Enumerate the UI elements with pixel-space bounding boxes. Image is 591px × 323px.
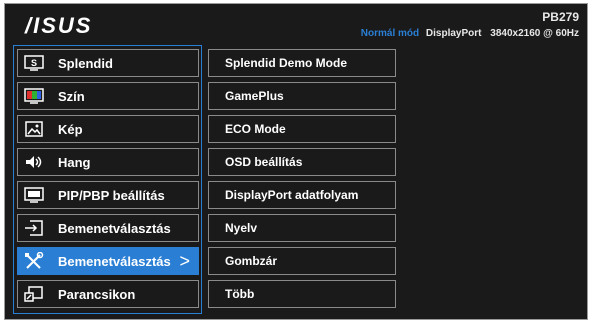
menu-item-image[interactable]: Kép	[17, 115, 199, 143]
status-line: Normál mód DisplayPort 3840x2160 @ 60Hz	[361, 28, 579, 39]
image-icon	[24, 120, 44, 138]
menu-item-label: Parancsikon	[58, 286, 136, 302]
menu-item-label: PIP/PBP beállítás	[58, 187, 165, 203]
menu-item-label: Bemenetválasztás	[58, 253, 171, 269]
model-name: PB279	[542, 10, 579, 24]
menu-item-label: Kép	[58, 121, 83, 137]
splendid-icon: S	[24, 54, 44, 72]
pip-icon	[24, 186, 44, 204]
menu-item-label: Splendid	[58, 55, 113, 71]
submenu-item-osd-setup[interactable]: OSD beállítás	[208, 148, 396, 176]
svg-text:S: S	[31, 58, 37, 68]
submenu-item-gameplus[interactable]: GamePlus	[208, 82, 396, 110]
menu-item-label: Bemenetválasztás	[58, 220, 171, 236]
menu-item-color[interactable]: Szín	[17, 82, 199, 110]
menu-item-splendid[interactable]: S Splendid	[17, 49, 199, 77]
input-icon	[24, 219, 44, 237]
menu-item-label: Hang	[58, 154, 91, 170]
sub-menu: Splendid Demo Mode GamePlus ECO Mode OSD…	[208, 45, 396, 314]
menu-item-pip-pbp[interactable]: PIP/PBP beállítás	[17, 181, 199, 209]
menu-item-system-setup[interactable]: Bemenetválasztás >	[17, 247, 199, 275]
menu-item-input-select[interactable]: Bemenetválasztás	[17, 214, 199, 242]
main-menu: S Splendid Szín Kép Hang PIP/PBP beállít…	[13, 45, 202, 314]
submenu-item-displayport-stream[interactable]: DisplayPort adatfolyam	[208, 181, 396, 209]
tools-icon	[24, 252, 44, 270]
speaker-icon	[24, 153, 44, 171]
submenu-item-eco-mode[interactable]: ECO Mode	[208, 115, 396, 143]
chevron-right-icon: >	[179, 250, 190, 271]
submenu-item-splendid-demo-mode[interactable]: Splendid Demo Mode	[208, 49, 396, 77]
menu-item-label: Szín	[58, 88, 85, 104]
menu-item-shortcut[interactable]: Parancsikon	[17, 280, 199, 308]
color-icon	[24, 87, 44, 105]
status-resolution: 3840x2160 @ 60Hz	[490, 28, 579, 39]
menu-item-sound[interactable]: Hang	[17, 148, 199, 176]
shortcut-icon	[24, 285, 44, 303]
asus-logo: /ISUS	[25, 13, 93, 38]
submenu-item-more[interactable]: Több	[208, 280, 396, 308]
status-source: DisplayPort	[425, 28, 482, 39]
status-mode: Normál mód	[360, 28, 420, 39]
submenu-item-key-lock[interactable]: Gombzár	[208, 247, 396, 275]
submenu-item-language[interactable]: Nyelv	[208, 214, 396, 242]
